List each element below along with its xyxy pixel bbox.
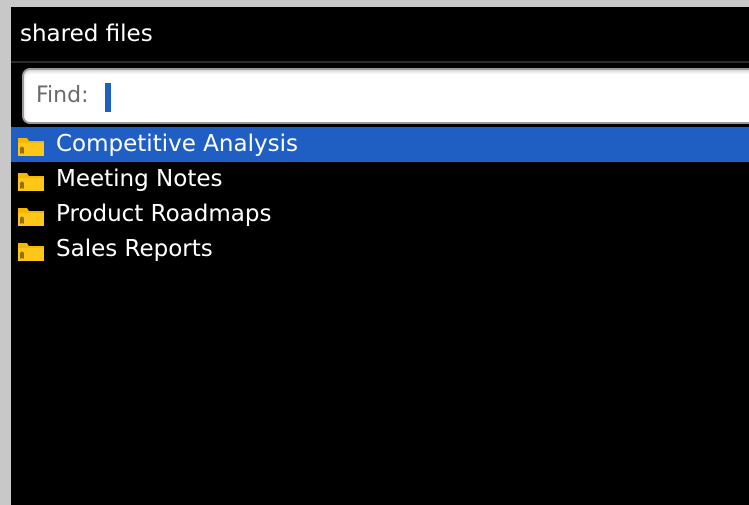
find-label: Find: — [36, 83, 89, 108]
list-item-folder[interactable]: Sales Reports — [11, 232, 749, 267]
file-browser-screen: shared files Find: Competitive Analysis … — [11, 7, 749, 505]
list-item-folder[interactable]: Competitive Analysis — [11, 127, 749, 162]
folder-icon — [18, 138, 44, 156]
folder-label: Competitive Analysis — [56, 131, 298, 157]
find-field[interactable]: Find: — [22, 68, 749, 124]
folder-label: Product Roadmaps — [56, 201, 272, 227]
folder-icon — [18, 173, 44, 191]
find-input[interactable] — [104, 78, 704, 114]
folder-label: Sales Reports — [56, 236, 213, 262]
folder-icon — [18, 243, 44, 261]
folder-label: Meeting Notes — [56, 166, 223, 192]
text-cursor — [105, 83, 111, 112]
folder-list: Competitive Analysis Meeting Notes Produ… — [11, 127, 749, 267]
list-item-folder[interactable]: Meeting Notes — [11, 162, 749, 197]
list-item-folder[interactable]: Product Roadmaps — [11, 197, 749, 232]
screen-title: shared files — [11, 7, 749, 61]
folder-icon — [18, 208, 44, 226]
title-divider — [11, 61, 749, 63]
